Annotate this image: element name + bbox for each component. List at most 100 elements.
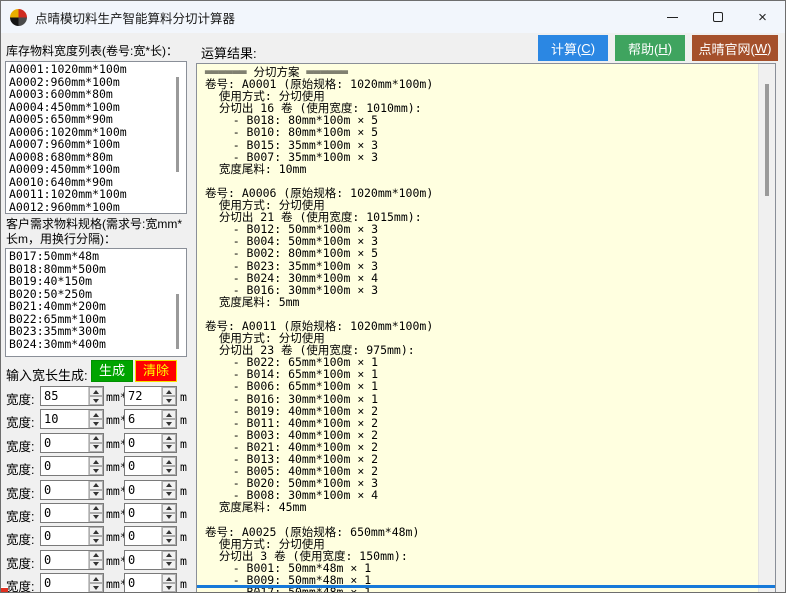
spin-up-button[interactable]: [162, 504, 176, 513]
spin-down-button[interactable]: [89, 443, 103, 452]
result-textarea[interactable]: ══════ 分切方案 ══════ 卷号: A0001 (原始规格: 1020…: [197, 64, 758, 593]
length-input[interactable]: [125, 434, 161, 452]
close-button[interactable]: ×: [740, 1, 785, 33]
list-item[interactable]: A0001:1020mm*100m: [9, 63, 186, 76]
minimize-button[interactable]: [650, 1, 695, 33]
arrow-down-icon: [93, 422, 99, 426]
length-input[interactable]: [125, 504, 161, 522]
arrow-up-icon: [166, 506, 172, 510]
maximize-button[interactable]: [695, 1, 740, 33]
width-input[interactable]: [41, 551, 88, 569]
arrow-down-icon: [93, 562, 99, 566]
spin-up-button[interactable]: [89, 574, 103, 583]
list-item[interactable]: A0003:600mm*80m: [9, 88, 186, 101]
width-row-label: 宽度:: [6, 529, 34, 548]
clear-button[interactable]: 清除: [135, 360, 177, 382]
length-spinner: [124, 409, 177, 429]
list-item[interactable]: B019:40*150m: [9, 275, 186, 288]
list-item[interactable]: B017:50mm*48m: [9, 250, 186, 263]
spin-up-button[interactable]: [89, 457, 103, 466]
calculate-button[interactable]: 计算(C): [538, 35, 608, 61]
spin-up-button[interactable]: [89, 434, 103, 443]
length-input[interactable]: [125, 574, 161, 592]
width-input[interactable]: [41, 434, 88, 452]
app-logo-icon: [10, 9, 27, 26]
width-input[interactable]: [41, 410, 88, 428]
list-item[interactable]: A0007:960mm*100m: [9, 138, 186, 151]
length-input[interactable]: [125, 481, 161, 499]
spin-up-button[interactable]: [162, 574, 176, 583]
demand-listbox[interactable]: B017:50mm*48mB018:80mm*500mB019:40*150mB…: [5, 248, 187, 357]
length-spinner: [124, 550, 177, 570]
spin-up-button[interactable]: [162, 457, 176, 466]
spin-down-button[interactable]: [89, 560, 103, 569]
arrow-up-icon: [166, 460, 172, 464]
list-item[interactable]: A0005:650mm*90m: [9, 113, 186, 126]
width-input[interactable]: [41, 574, 88, 592]
list-item[interactable]: B021:40mm*200m: [9, 300, 186, 313]
length-input[interactable]: [125, 410, 161, 428]
spin-down-button[interactable]: [89, 583, 103, 592]
width-row-label: 宽度:: [6, 389, 34, 408]
list-item[interactable]: A0012:960mm*100m: [9, 201, 186, 214]
arrow-up-icon: [93, 553, 99, 557]
length-input[interactable]: [125, 387, 161, 405]
spin-up-button[interactable]: [89, 481, 103, 490]
list-item[interactable]: B024:30mm*400m: [9, 338, 186, 351]
width-row-label: 宽度:: [6, 576, 34, 593]
result-scrollbar-thumb[interactable]: [765, 84, 769, 196]
spin-up-button[interactable]: [89, 527, 103, 536]
result-scrollbar[interactable]: [758, 64, 775, 593]
spin-up-button[interactable]: [162, 551, 176, 560]
arrow-up-icon: [166, 390, 172, 394]
spin-down-button[interactable]: [89, 396, 103, 405]
width-spinner: [40, 386, 104, 406]
list-item[interactable]: B023:35mm*300m: [9, 325, 186, 338]
demand-scrollbar-thumb[interactable]: [176, 294, 179, 349]
spin-down-button[interactable]: [162, 560, 176, 569]
arrow-down-icon: [93, 586, 99, 590]
help-button[interactable]: 帮助(H): [615, 35, 685, 61]
spin-up-button[interactable]: [89, 387, 103, 396]
width-input[interactable]: [41, 387, 88, 405]
width-spinner: [40, 433, 104, 453]
length-input[interactable]: [125, 457, 161, 475]
spin-down-button[interactable]: [162, 513, 176, 522]
spin-up-button[interactable]: [162, 434, 176, 443]
arrow-down-icon: [166, 515, 172, 519]
spin-down-button[interactable]: [89, 419, 103, 428]
spin-down-button[interactable]: [162, 536, 176, 545]
width-input-row: 宽度: mm* m: [1, 573, 191, 593]
width-input[interactable]: [41, 457, 88, 475]
width-input[interactable]: [41, 527, 88, 545]
spin-up-button[interactable]: [89, 551, 103, 560]
spin-down-button[interactable]: [162, 396, 176, 405]
width-input[interactable]: [41, 481, 88, 499]
spin-down-button[interactable]: [162, 443, 176, 452]
partial-element: [1, 587, 8, 593]
spin-down-button[interactable]: [89, 513, 103, 522]
length-input[interactable]: [125, 551, 161, 569]
spin-up-button[interactable]: [162, 387, 176, 396]
width-input[interactable]: [41, 504, 88, 522]
spin-up-button[interactable]: [162, 410, 176, 419]
arrow-down-icon: [93, 492, 99, 496]
spin-up-button[interactable]: [89, 504, 103, 513]
spin-down-button[interactable]: [162, 419, 176, 428]
generate-button[interactable]: 生成: [91, 360, 133, 382]
official-site-button[interactable]: 点晴官网(W): [692, 35, 778, 61]
stock-listbox[interactable]: A0001:1020mm*100mA0002:960mm*100mA0003:6…: [5, 61, 187, 214]
spin-down-button[interactable]: [89, 490, 103, 499]
spin-up-button[interactable]: [89, 410, 103, 419]
stock-list-label: 库存物料宽度列表(卷号:宽*长)：: [6, 42, 178, 59]
spin-down-button[interactable]: [89, 536, 103, 545]
stock-scrollbar-thumb[interactable]: [176, 77, 179, 172]
spin-up-button[interactable]: [162, 527, 176, 536]
spin-down-button[interactable]: [162, 466, 176, 475]
maximize-icon: [713, 12, 723, 22]
spin-down-button[interactable]: [89, 466, 103, 475]
spin-up-button[interactable]: [162, 481, 176, 490]
spin-down-button[interactable]: [162, 583, 176, 592]
length-input[interactable]: [125, 527, 161, 545]
spin-down-button[interactable]: [162, 490, 176, 499]
